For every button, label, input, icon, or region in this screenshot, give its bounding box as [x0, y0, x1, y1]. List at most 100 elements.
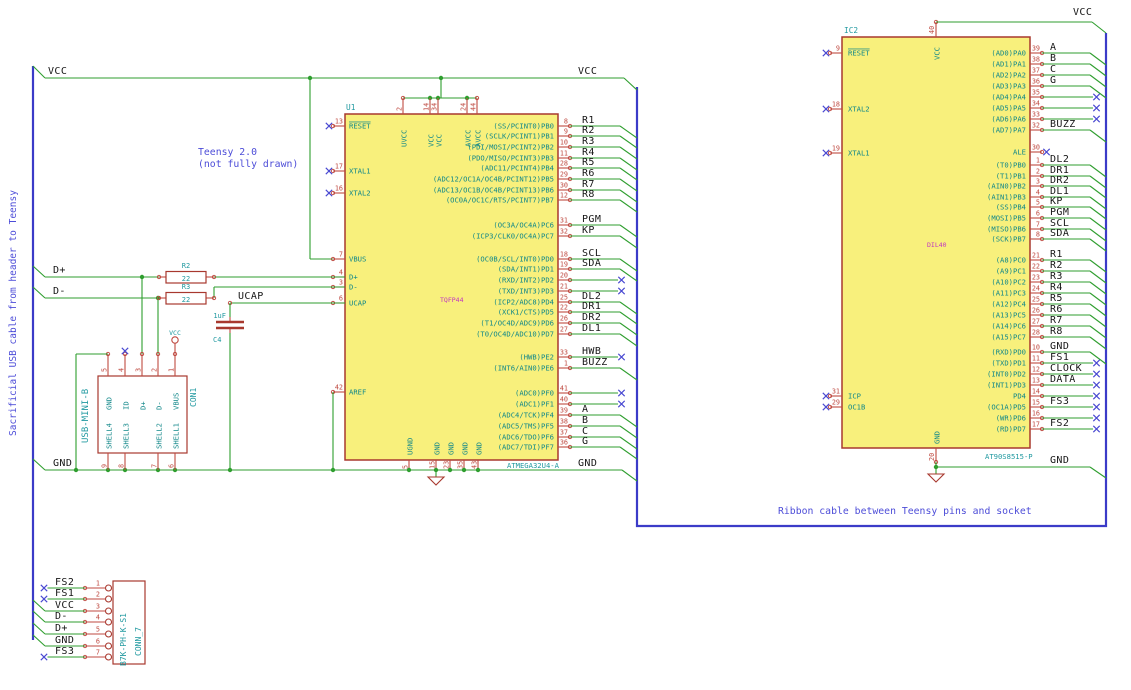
net-label-dr2[interactable]: DR2 [582, 312, 601, 323]
bus-entry[interactable] [619, 167, 638, 181]
net-label-r8[interactable]: R8 [582, 189, 595, 200]
net-label-buzz[interactable]: BUZZ [1050, 119, 1076, 130]
bus-entry[interactable] [1089, 314, 1107, 328]
bus-entry[interactable] [619, 135, 638, 149]
bus-entry[interactable] [619, 322, 638, 336]
bus-entry[interactable] [1089, 281, 1107, 295]
net-label-r6[interactable]: R6 [1050, 304, 1063, 315]
net-label-gnd[interactable]: GND [53, 458, 72, 469]
net-label-kp[interactable]: KP [582, 225, 595, 236]
bus-entry[interactable] [1089, 466, 1107, 479]
bus-entry[interactable] [1089, 63, 1107, 77]
net-label-vcc[interactable]: VCC [48, 66, 67, 77]
net-label-r6[interactable]: R6 [582, 168, 595, 179]
bus-entry[interactable] [619, 425, 638, 439]
bus-entry[interactable] [1089, 175, 1107, 189]
net-label-dplus[interactable]: D+ [53, 265, 66, 276]
bus-entry[interactable] [619, 189, 638, 203]
net-label-g[interactable]: G [1050, 75, 1056, 86]
bus-entry[interactable] [619, 301, 638, 315]
net-label-r3[interactable]: R3 [1050, 271, 1063, 282]
net-label-ucap[interactable]: UCAP [238, 291, 264, 302]
net-label-a[interactable]: A [582, 404, 588, 415]
bus-entry[interactable] [32, 265, 46, 278]
net-label-pgm[interactable]: PGM [1050, 207, 1069, 218]
bus-entry[interactable] [1089, 325, 1107, 339]
bus-entry[interactable] [621, 469, 638, 482]
c4-value[interactable]: 1uF [213, 312, 226, 320]
bus-entry[interactable] [1089, 292, 1107, 306]
net-label-pgm[interactable]: PGM [582, 214, 601, 225]
bus-entry[interactable] [619, 224, 638, 238]
bus-entry[interactable] [619, 367, 638, 381]
c4-ref[interactable]: C4 [213, 336, 221, 344]
net-label-d+[interactable]: D+ [55, 623, 68, 634]
u1-ref[interactable]: U1 [346, 103, 356, 112]
net-label-fs3[interactable]: FS3 [1050, 396, 1069, 407]
conn7-ref[interactable]: CONN_7 [134, 627, 143, 656]
bus-entry[interactable] [619, 235, 638, 249]
net-label-data[interactable]: DATA [1050, 374, 1076, 385]
bus-entry[interactable] [1089, 196, 1107, 210]
bus-entry[interactable] [1089, 217, 1107, 231]
net-label-r1[interactable]: R1 [1050, 249, 1063, 260]
bus-entry[interactable] [619, 146, 638, 160]
bus-entry[interactable] [619, 446, 638, 460]
net-label-r2[interactable]: R2 [582, 125, 595, 136]
bus-entry[interactable] [32, 622, 46, 635]
net-label-gnd[interactable]: GND [578, 458, 597, 469]
net-label-dminus[interactable]: D- [53, 286, 66, 297]
bus-entry[interactable] [1089, 206, 1107, 220]
net-label-hwb[interactable]: HWB [582, 346, 601, 357]
net-label-gnd[interactable]: GND [1050, 455, 1069, 466]
net-label-r7[interactable]: R7 [1050, 315, 1063, 326]
bus-entry[interactable] [1089, 185, 1107, 199]
net-label-r2[interactable]: R2 [1050, 260, 1063, 271]
con1-ref[interactable]: CON1 [189, 388, 198, 407]
net-label-gnd[interactable]: GND [1050, 341, 1069, 352]
net-label-vcc[interactable]: VCC [55, 600, 74, 611]
conn7-value[interactable]: B7K-PH-K-S1 [119, 613, 128, 666]
net-label-d-[interactable]: D- [55, 611, 68, 622]
net-label-fs1[interactable]: FS1 [55, 588, 74, 599]
bus-entry[interactable] [1089, 303, 1107, 317]
bus-entry[interactable] [619, 125, 638, 139]
net-label-dr1[interactable]: DR1 [582, 301, 601, 312]
bus-entry[interactable] [1089, 74, 1107, 88]
net-label-vcc[interactable]: VCC [578, 66, 597, 77]
bus-entry[interactable] [32, 610, 46, 623]
net-label-b[interactable]: B [1050, 53, 1056, 64]
bus-entry[interactable] [1089, 259, 1107, 273]
net-label-buzz[interactable]: BUZZ [582, 357, 608, 368]
net-label-g[interactable]: G [582, 436, 588, 447]
bus-entry[interactable] [1089, 336, 1107, 350]
bus-entry[interactable] [1089, 52, 1107, 66]
net-label-dl2[interactable]: DL2 [1050, 154, 1069, 165]
net-label-r5[interactable]: R5 [1050, 293, 1063, 304]
con1-value[interactable]: USB-MINI-B [81, 389, 91, 443]
bus-entry[interactable] [32, 286, 46, 299]
bus-entry[interactable] [32, 65, 46, 79]
net-label-b[interactable]: B [582, 415, 588, 426]
net-label-r3[interactable]: R3 [582, 136, 595, 147]
net-label-vcc[interactable]: VCC [1073, 7, 1092, 18]
bus-entry[interactable] [619, 199, 638, 213]
bus-entry[interactable] [619, 436, 638, 450]
bus-entry[interactable] [1089, 238, 1107, 252]
bus-entry[interactable] [1089, 164, 1107, 178]
bus-entry[interactable] [619, 258, 638, 272]
schematic-canvas[interactable]: Teensy 2.0 (not fully drawn) Ribbon cable … [0, 0, 1131, 690]
bus-entry[interactable] [32, 458, 46, 471]
ic2-ref[interactable]: IC2 [844, 26, 858, 35]
net-label-sda[interactable]: SDA [1050, 228, 1069, 239]
bus-entry[interactable] [619, 414, 638, 428]
net-label-r5[interactable]: R5 [582, 157, 595, 168]
u1-value[interactable]: ATMEGA32U4-A [507, 461, 560, 470]
bus-entry[interactable] [1089, 129, 1107, 143]
bus-entry[interactable] [619, 333, 638, 347]
ic2-value[interactable]: AT90S8515-P [985, 452, 1033, 461]
bus-entry[interactable] [619, 311, 638, 325]
net-label-dr2[interactable]: DR2 [1050, 175, 1069, 186]
net-label-fs2[interactable]: FS2 [55, 577, 74, 588]
net-label-fs3[interactable]: FS3 [55, 646, 74, 657]
